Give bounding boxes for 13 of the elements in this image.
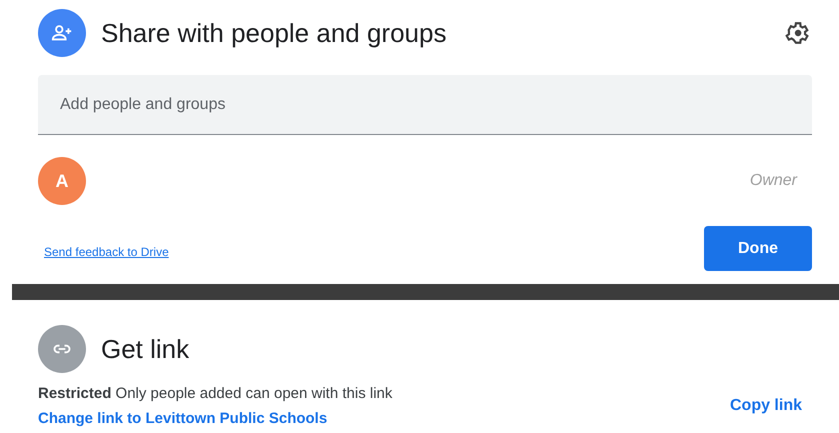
link-icon xyxy=(38,325,86,373)
settings-icon[interactable] xyxy=(784,20,810,46)
change-link[interactable]: Change link to Levittown Public Schools xyxy=(38,410,392,427)
add-person-icon xyxy=(38,9,86,57)
add-people-field[interactable]: Add people and groups xyxy=(38,75,812,135)
avatar: A xyxy=(38,157,86,205)
section-title: Get link xyxy=(101,334,190,364)
role-label: Owner xyxy=(750,172,797,190)
dialog-title: Share with people and groups xyxy=(101,18,446,48)
copy-link-button[interactable]: Copy link xyxy=(730,397,802,415)
done-button[interactable]: Done xyxy=(704,226,812,271)
feedback-link[interactable]: Send feedback to Drive xyxy=(44,244,169,258)
access-description: Restricted Only people added can open with this link xyxy=(38,385,392,402)
